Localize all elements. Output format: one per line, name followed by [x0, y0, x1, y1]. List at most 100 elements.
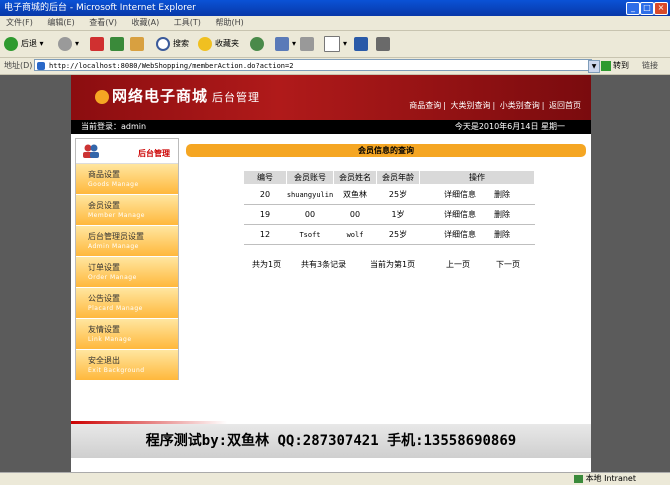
sidebar-item-label: 安全退出 [88, 356, 120, 365]
menu-view[interactable]: 查看(V) [89, 16, 117, 30]
pager-current: 当前为第1页 [370, 260, 416, 269]
sidebar-item-label: 订单设置 [88, 263, 120, 272]
menu-edit[interactable]: 编辑(E) [47, 16, 74, 30]
sidebar-item-label: 友情设置 [88, 325, 120, 334]
sidebar-item-order[interactable]: 订单设置 Order Manage [76, 257, 178, 288]
nav-goods-query[interactable]: 商品查询 [409, 101, 441, 110]
status-zone: 本地 Intranet [573, 473, 636, 485]
sidebar-item-sublabel: Order Manage [88, 274, 137, 281]
edit-button[interactable]: ▾ [324, 35, 347, 53]
admin-sidebar: 后台管理 商品设置 Goods Manage 会员设置 Member Manag… [75, 138, 179, 381]
window-title: 电子商城的后台 - Microsoft Internet Explorer [4, 3, 196, 13]
close-button[interactable]: × [654, 2, 668, 15]
status-bar: 本地 Intranet [0, 472, 670, 485]
nav-home[interactable]: 返回首页 [549, 101, 581, 110]
sidebar-item-sublabel: Link Manage [88, 336, 132, 343]
messenger-button[interactable] [354, 35, 371, 53]
detail-link[interactable]: 详细信息 [444, 190, 476, 199]
delete-link[interactable]: 删除 [494, 190, 510, 199]
column-header: 编号 [243, 170, 287, 185]
logo-icon [95, 89, 109, 104]
sidebar-item-admin[interactable]: 后台管理员设置 Admin Manage [76, 226, 178, 257]
window-titlebar: 电子商城的后台 - Microsoft Internet Explorer _ … [0, 0, 670, 16]
search-icon [156, 36, 170, 51]
detail-link[interactable]: 详细信息 [444, 210, 476, 219]
nav-subcategory-query[interactable]: 小类别查询 [500, 101, 540, 110]
column-header: 操作 [419, 170, 535, 185]
forward-button[interactable]: ▾ [58, 35, 79, 53]
mail-button[interactable]: ▾ [275, 35, 296, 53]
search-label: 搜索 [173, 39, 189, 48]
sidebar-item-link[interactable]: 友情设置 Link Manage [76, 319, 178, 350]
column-header: 会员姓名 [333, 170, 377, 185]
menu-tools[interactable]: 工具(T) [174, 16, 201, 30]
pager-next-link[interactable]: 下一页 [496, 259, 520, 270]
stop-button[interactable] [90, 35, 107, 53]
pager-total-records: 共有3条记录 [301, 260, 347, 269]
row-actions: 详细信息 删除 [419, 224, 535, 245]
address-url: http://localhost:8080/WebShopping/member… [49, 62, 294, 70]
member-name: 00 [333, 204, 377, 225]
go-button[interactable]: 转到 [601, 60, 629, 71]
address-input[interactable]: http://localhost:8080/WebShopping/member… [34, 59, 592, 71]
member-name: wolf [333, 224, 377, 245]
refresh-button[interactable] [110, 35, 127, 53]
sidebar-item-exit[interactable]: 安全退出 Exit Background [76, 350, 178, 381]
forward-arrow-icon [58, 36, 72, 51]
minimize-button[interactable]: _ [626, 2, 640, 15]
go-label: 转到 [613, 61, 629, 70]
table-row: 20 shuangyulin 双鱼林 25岁 详细信息 删除 [243, 184, 535, 205]
sidebar-item-goods[interactable]: 商品设置 Goods Manage [76, 164, 178, 195]
search-button[interactable]: 搜索 [156, 35, 189, 53]
member-account: shuangyulin [286, 184, 334, 205]
login-bar: 当前登录：admin 今天是2010年6月14日 星期一 [71, 120, 591, 134]
site-logo: 网络电子商城 后台管理 [95, 85, 260, 106]
sidebar-item-placard[interactable]: 公告设置 Placard Manage [76, 288, 178, 319]
table-row: 19 00 00 1岁 详细信息 删除 [243, 204, 535, 225]
row-actions: 详细信息 删除 [419, 204, 535, 225]
member-account: 00 [286, 204, 334, 225]
menu-favorites[interactable]: 收藏(A) [132, 16, 160, 30]
links-button[interactable]: 链接 [642, 60, 658, 71]
current-user: 当前登录：admin [81, 122, 147, 131]
history-button[interactable] [250, 35, 267, 53]
member-account: Tsoft [286, 224, 334, 245]
sidebar-item-member[interactable]: 会员设置 Member Manage [76, 195, 178, 226]
menu-help[interactable]: 帮助(H) [215, 16, 243, 30]
detail-link[interactable]: 详细信息 [444, 230, 476, 239]
research-icon [376, 36, 390, 51]
research-button[interactable] [376, 35, 393, 53]
nav-category-query[interactable]: 大类别查询 [451, 101, 491, 110]
print-button[interactable] [300, 35, 317, 53]
menu-file[interactable]: 文件(F) [6, 16, 33, 30]
table-header-row: 编号 会员账号 会员姓名 会员年龄 操作 [243, 170, 535, 185]
column-header: 会员年龄 [376, 170, 420, 185]
member-id: 19 [243, 204, 287, 225]
pager-prev-link[interactable]: 上一页 [446, 259, 470, 270]
mail-icon [275, 36, 289, 51]
member-name: 双鱼林 [333, 184, 377, 205]
favorites-button[interactable]: 收藏夹 [198, 35, 239, 53]
member-age: 25岁 [376, 224, 420, 245]
home-button[interactable] [130, 35, 147, 53]
sidebar-title: 后台管理 [138, 149, 170, 158]
address-dropdown-icon[interactable]: ▼ [588, 60, 600, 73]
maximize-button[interactable]: □ [640, 2, 654, 15]
stop-icon [90, 36, 104, 51]
delete-link[interactable]: 删除 [494, 210, 510, 219]
users-icon [82, 143, 100, 159]
back-button[interactable]: 后退 ▾ [4, 35, 44, 53]
back-arrow-icon [4, 36, 18, 51]
members-table: 编号 会员账号 会员姓名 会员年龄 操作 20 shuangyulin 双鱼林 … [243, 170, 535, 245]
sidebar-item-sublabel: Exit Background [88, 367, 145, 374]
current-date: 今天是2010年6月14日 星期一 [454, 122, 565, 131]
menu-bar: 文件(F) 编辑(E) 查看(V) 收藏(A) 工具(T) 帮助(H) [0, 16, 670, 31]
history-icon [250, 36, 264, 51]
sidebar-item-sublabel: Goods Manage [88, 181, 139, 188]
refresh-icon [110, 36, 124, 51]
favorites-label: 收藏夹 [215, 39, 239, 48]
back-label: 后退 [21, 39, 37, 48]
delete-link[interactable]: 删除 [494, 230, 510, 239]
sidebar-item-sublabel: Placard Manage [88, 305, 143, 312]
site-header: 网络电子商城 后台管理 商品查询 | 大类别查询 | 小类别查询 | 返回首页 [71, 75, 591, 120]
